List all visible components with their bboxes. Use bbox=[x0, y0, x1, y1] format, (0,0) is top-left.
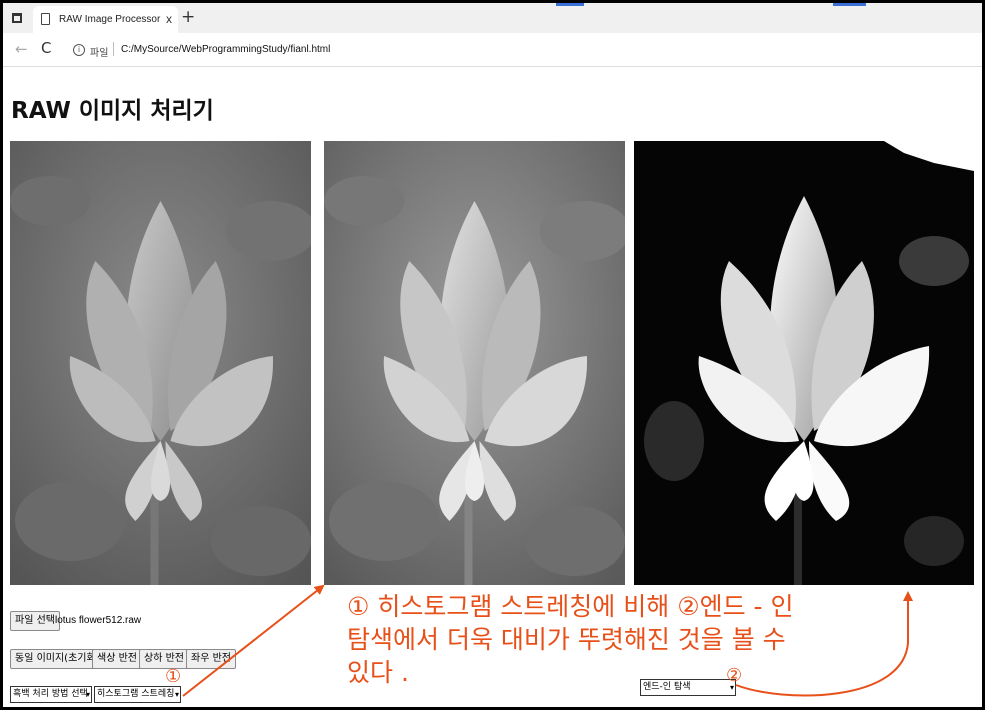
page-title: RAW 이미지 처리기 bbox=[11, 98, 214, 124]
annotation-text: ① 히스토그램 스트레칭에 비해 ②엔드 - 인 탐색에서 더욱 대비가 뚜렷해… bbox=[347, 590, 794, 689]
url-text[interactable]: C:/MySource/WebProgrammingStudy/fianl.ht… bbox=[121, 44, 330, 55]
reload-icon[interactable]: C bbox=[41, 39, 51, 57]
original-image-canvas bbox=[10, 141, 311, 585]
new-tab-icon[interactable]: + bbox=[181, 7, 195, 27]
address-bar: ← C i 파일 C:/MySource/WebProgrammingStudy… bbox=[3, 33, 982, 67]
browser-window: RAW Image Processor x + ← C i 파일 C:/MySo… bbox=[3, 3, 982, 707]
histogram-stretching-image-canvas bbox=[324, 141, 625, 585]
grayscale-method-select[interactable]: 흑백 처리 방법 선택 ▾ bbox=[10, 686, 92, 703]
info-icon[interactable]: i bbox=[73, 44, 85, 56]
tab-raw-image-processor[interactable]: RAW Image Processor x bbox=[33, 6, 178, 33]
annotation-line-3: 있다 . bbox=[347, 658, 409, 687]
tab-title: RAW Image Processor bbox=[59, 14, 161, 25]
document-icon bbox=[41, 13, 50, 25]
annotation-line-2: 탐색에서 더욱 대비가 뚜렷해진 것을 볼 수 bbox=[347, 625, 786, 654]
flip-horizontal-button[interactable]: 좌우 반전 bbox=[186, 649, 236, 669]
flip-vertical-button[interactable]: 상하 반전 bbox=[139, 649, 189, 669]
end-in-search-image-canvas bbox=[634, 141, 974, 585]
arrow-to-histogram-image bbox=[182, 584, 325, 697]
tab-bar: RAW Image Processor x + bbox=[3, 3, 982, 33]
grayscale-method-value: 흑백 처리 방법 선택 bbox=[13, 689, 88, 699]
file-select-button[interactable]: 파일 선택 bbox=[10, 611, 60, 631]
reset-image-button[interactable]: 동일 이미지(초기화) bbox=[10, 649, 105, 669]
annotation-line-1: ① 히스토그램 스트레칭에 비해 ②엔드 - 인 bbox=[347, 592, 794, 621]
histogram-method-value: 히스토그램 스트레칭 bbox=[97, 689, 175, 699]
tab-strip-accent bbox=[556, 3, 584, 6]
selected-file-name: lotus flower512.raw bbox=[55, 615, 142, 626]
url-divider bbox=[113, 42, 114, 56]
invert-color-button[interactable]: 색상 반전 bbox=[92, 649, 142, 669]
url-scheme-label: 파일 bbox=[90, 48, 109, 59]
back-arrow-icon[interactable]: ← bbox=[15, 40, 28, 58]
annotation-marker-1: ① bbox=[165, 666, 182, 687]
window-menu-icon[interactable] bbox=[12, 13, 22, 23]
tab-strip-accent bbox=[833, 3, 866, 6]
close-tab-icon[interactable]: x bbox=[166, 12, 172, 26]
chevron-down-icon: ▾ bbox=[85, 690, 90, 699]
chevron-down-icon: ▾ bbox=[174, 690, 179, 699]
histogram-method-select[interactable]: 히스토그램 스트레칭 ▾ bbox=[94, 686, 181, 703]
url-field[interactable]: i 파일 C:/MySource/WebProgrammingStudy/fia… bbox=[63, 37, 978, 62]
